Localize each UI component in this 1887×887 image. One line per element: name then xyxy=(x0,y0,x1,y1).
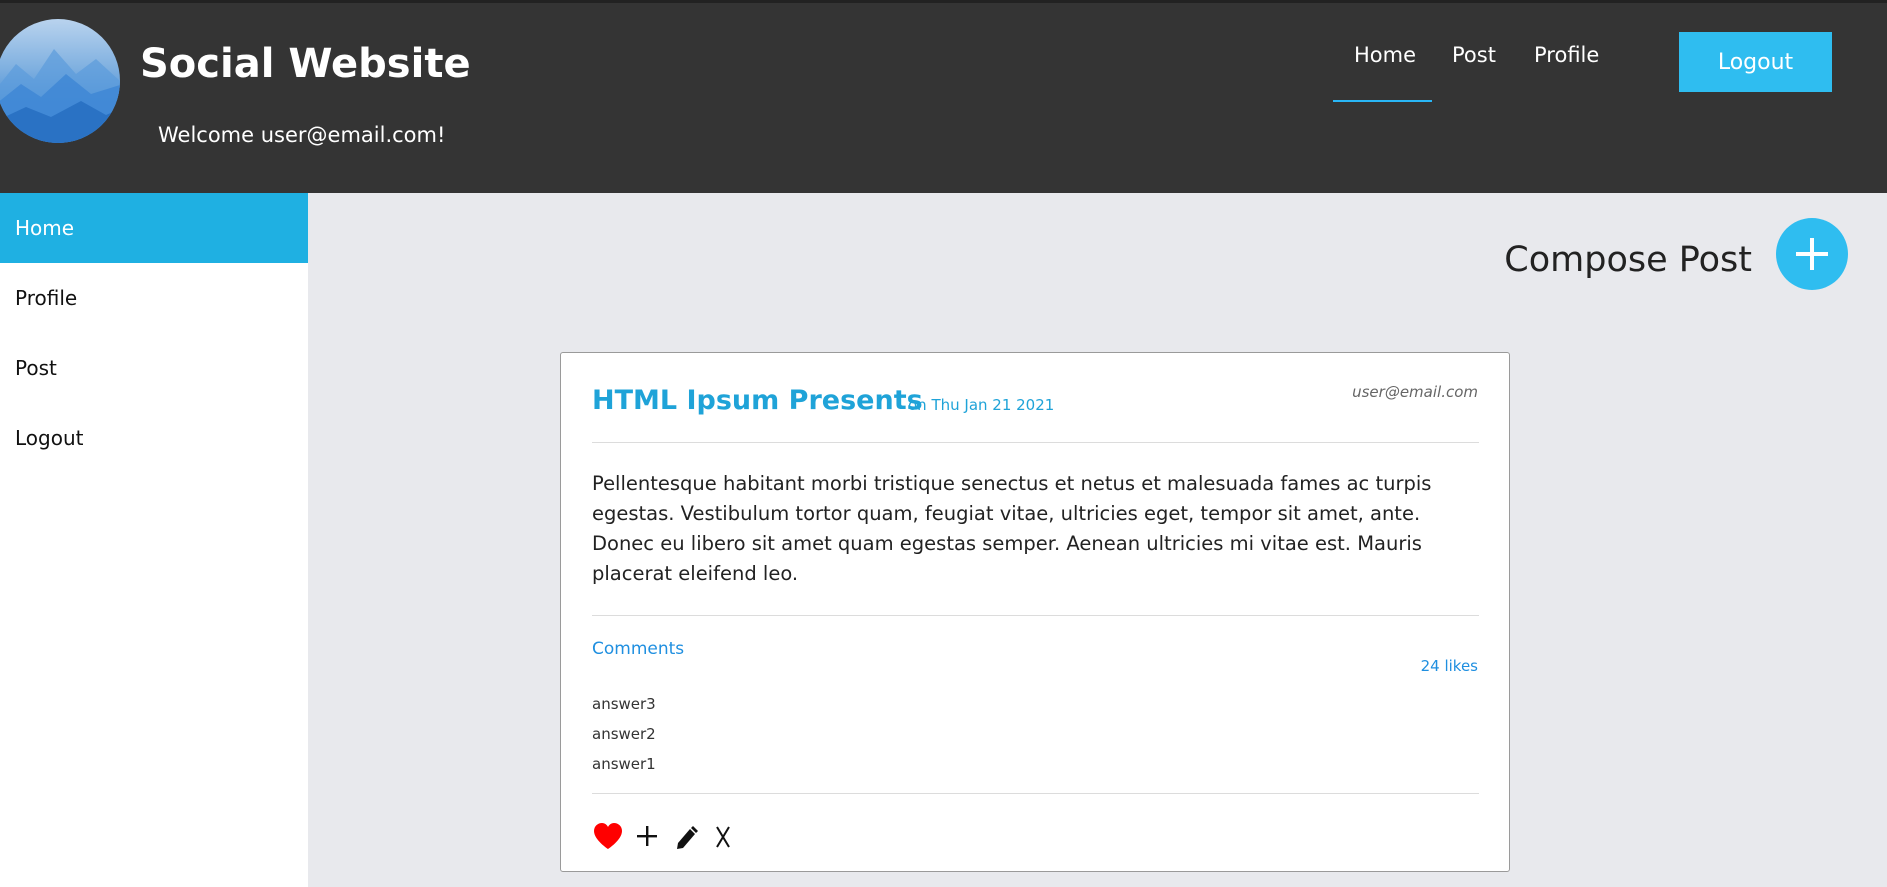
post-author: user@email.com xyxy=(1352,383,1478,401)
post-card: HTML Ipsum Presents on Thu Jan 21 2021 u… xyxy=(560,352,1510,872)
comment-item: answer3 xyxy=(592,695,656,713)
edit-post-button[interactable] xyxy=(674,821,700,854)
top-nav-profile[interactable]: Profile xyxy=(1534,43,1599,67)
close-icon xyxy=(716,826,730,848)
avatar xyxy=(0,19,120,143)
divider xyxy=(592,615,1479,616)
top-nav-post[interactable]: Post xyxy=(1452,43,1496,67)
plus-icon xyxy=(1796,238,1828,270)
divider xyxy=(592,442,1479,443)
compose-post-label: Compose Post xyxy=(1504,240,1752,280)
pencil-icon xyxy=(677,826,698,849)
comments-link[interactable]: Comments xyxy=(592,639,684,659)
top-nav-home[interactable]: Home xyxy=(1354,43,1416,67)
like-button[interactable] xyxy=(592,821,624,854)
sidebar-item-profile[interactable]: Profile xyxy=(0,263,308,333)
divider xyxy=(592,793,1479,794)
welcome-text: Welcome user@email.com! xyxy=(158,123,446,147)
site-title: Social Website xyxy=(140,41,471,87)
comment-item: answer1 xyxy=(592,755,656,773)
likes-count: 24 likes xyxy=(1420,657,1478,675)
compose-post-button[interactable] xyxy=(1776,218,1848,290)
site-header: Social Website Welcome user@email.com! H… xyxy=(0,0,1887,193)
post-date: on Thu Jan 21 2021 xyxy=(908,396,1055,414)
sidebar-item-logout[interactable]: Logout xyxy=(0,403,308,473)
comment-item: answer2 xyxy=(592,725,656,743)
add-comment-button[interactable] xyxy=(635,821,659,854)
sidebar-item-home[interactable]: Home xyxy=(0,193,308,263)
sidebar: Home Profile Post Logout xyxy=(0,193,308,887)
comment-list: answer3 answer2 answer1 xyxy=(592,689,656,779)
plus-icon xyxy=(637,826,657,846)
post-title[interactable]: HTML Ipsum Presents xyxy=(592,385,923,416)
sidebar-item-post[interactable]: Post xyxy=(0,333,308,403)
active-nav-indicator xyxy=(1333,100,1432,102)
delete-post-button[interactable] xyxy=(714,821,732,854)
logout-button[interactable]: Logout xyxy=(1679,32,1832,92)
heart-icon xyxy=(594,823,622,849)
post-body: Pellentesque habitant morbi tristique se… xyxy=(592,472,1432,585)
